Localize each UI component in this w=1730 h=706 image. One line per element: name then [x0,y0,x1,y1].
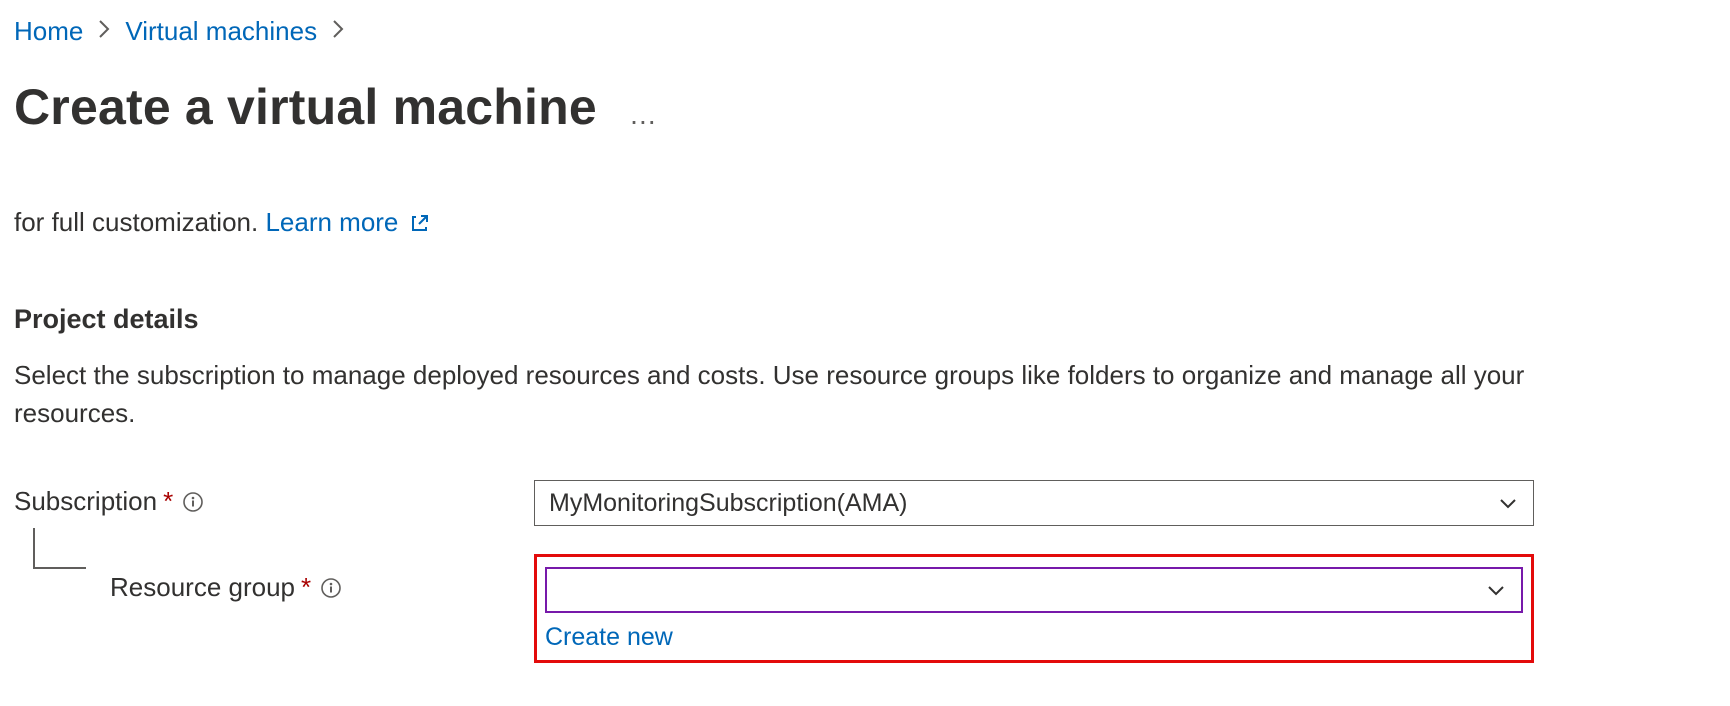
project-details-description: Select the subscription to manage deploy… [14,357,1529,432]
intro-text: for full customization. Learn more [14,207,1554,240]
chevron-down-icon [1497,492,1519,514]
subscription-row: Subscription * MyMonitoringSubscription(… [14,480,1554,526]
required-indicator: * [301,572,311,603]
resource-group-label: Resource group [110,572,295,603]
chevron-right-icon [97,19,111,43]
create-new-link[interactable]: Create new [545,623,673,652]
chevron-right-icon [331,19,345,43]
chevron-down-icon [1485,579,1507,601]
more-actions-button[interactable]: … [629,85,658,131]
info-icon[interactable] [319,576,343,600]
breadcrumb: Home Virtual machines [14,18,1716,44]
subscription-value: MyMonitoringSubscription(AMA) [549,489,907,518]
page-title: Create a virtual machine [14,80,597,135]
tree-connector-icon [26,528,96,595]
breadcrumb-home[interactable]: Home [14,18,83,44]
required-indicator: * [163,486,173,517]
intro-fragment: for full customization. [14,207,265,237]
subscription-dropdown[interactable]: MyMonitoringSubscription(AMA) [534,480,1534,526]
breadcrumb-virtual-machines[interactable]: Virtual machines [125,18,317,44]
resource-group-row: Resource group * [14,554,1554,663]
project-details-heading: Project details [14,304,1554,335]
resource-group-dropdown[interactable] [545,567,1523,613]
resource-group-highlight: Create new [534,554,1534,663]
external-link-icon [410,209,430,240]
info-icon[interactable] [181,490,205,514]
subscription-label: Subscription [14,486,157,517]
learn-more-label: Learn more [265,207,398,237]
learn-more-link[interactable]: Learn more [265,207,429,237]
